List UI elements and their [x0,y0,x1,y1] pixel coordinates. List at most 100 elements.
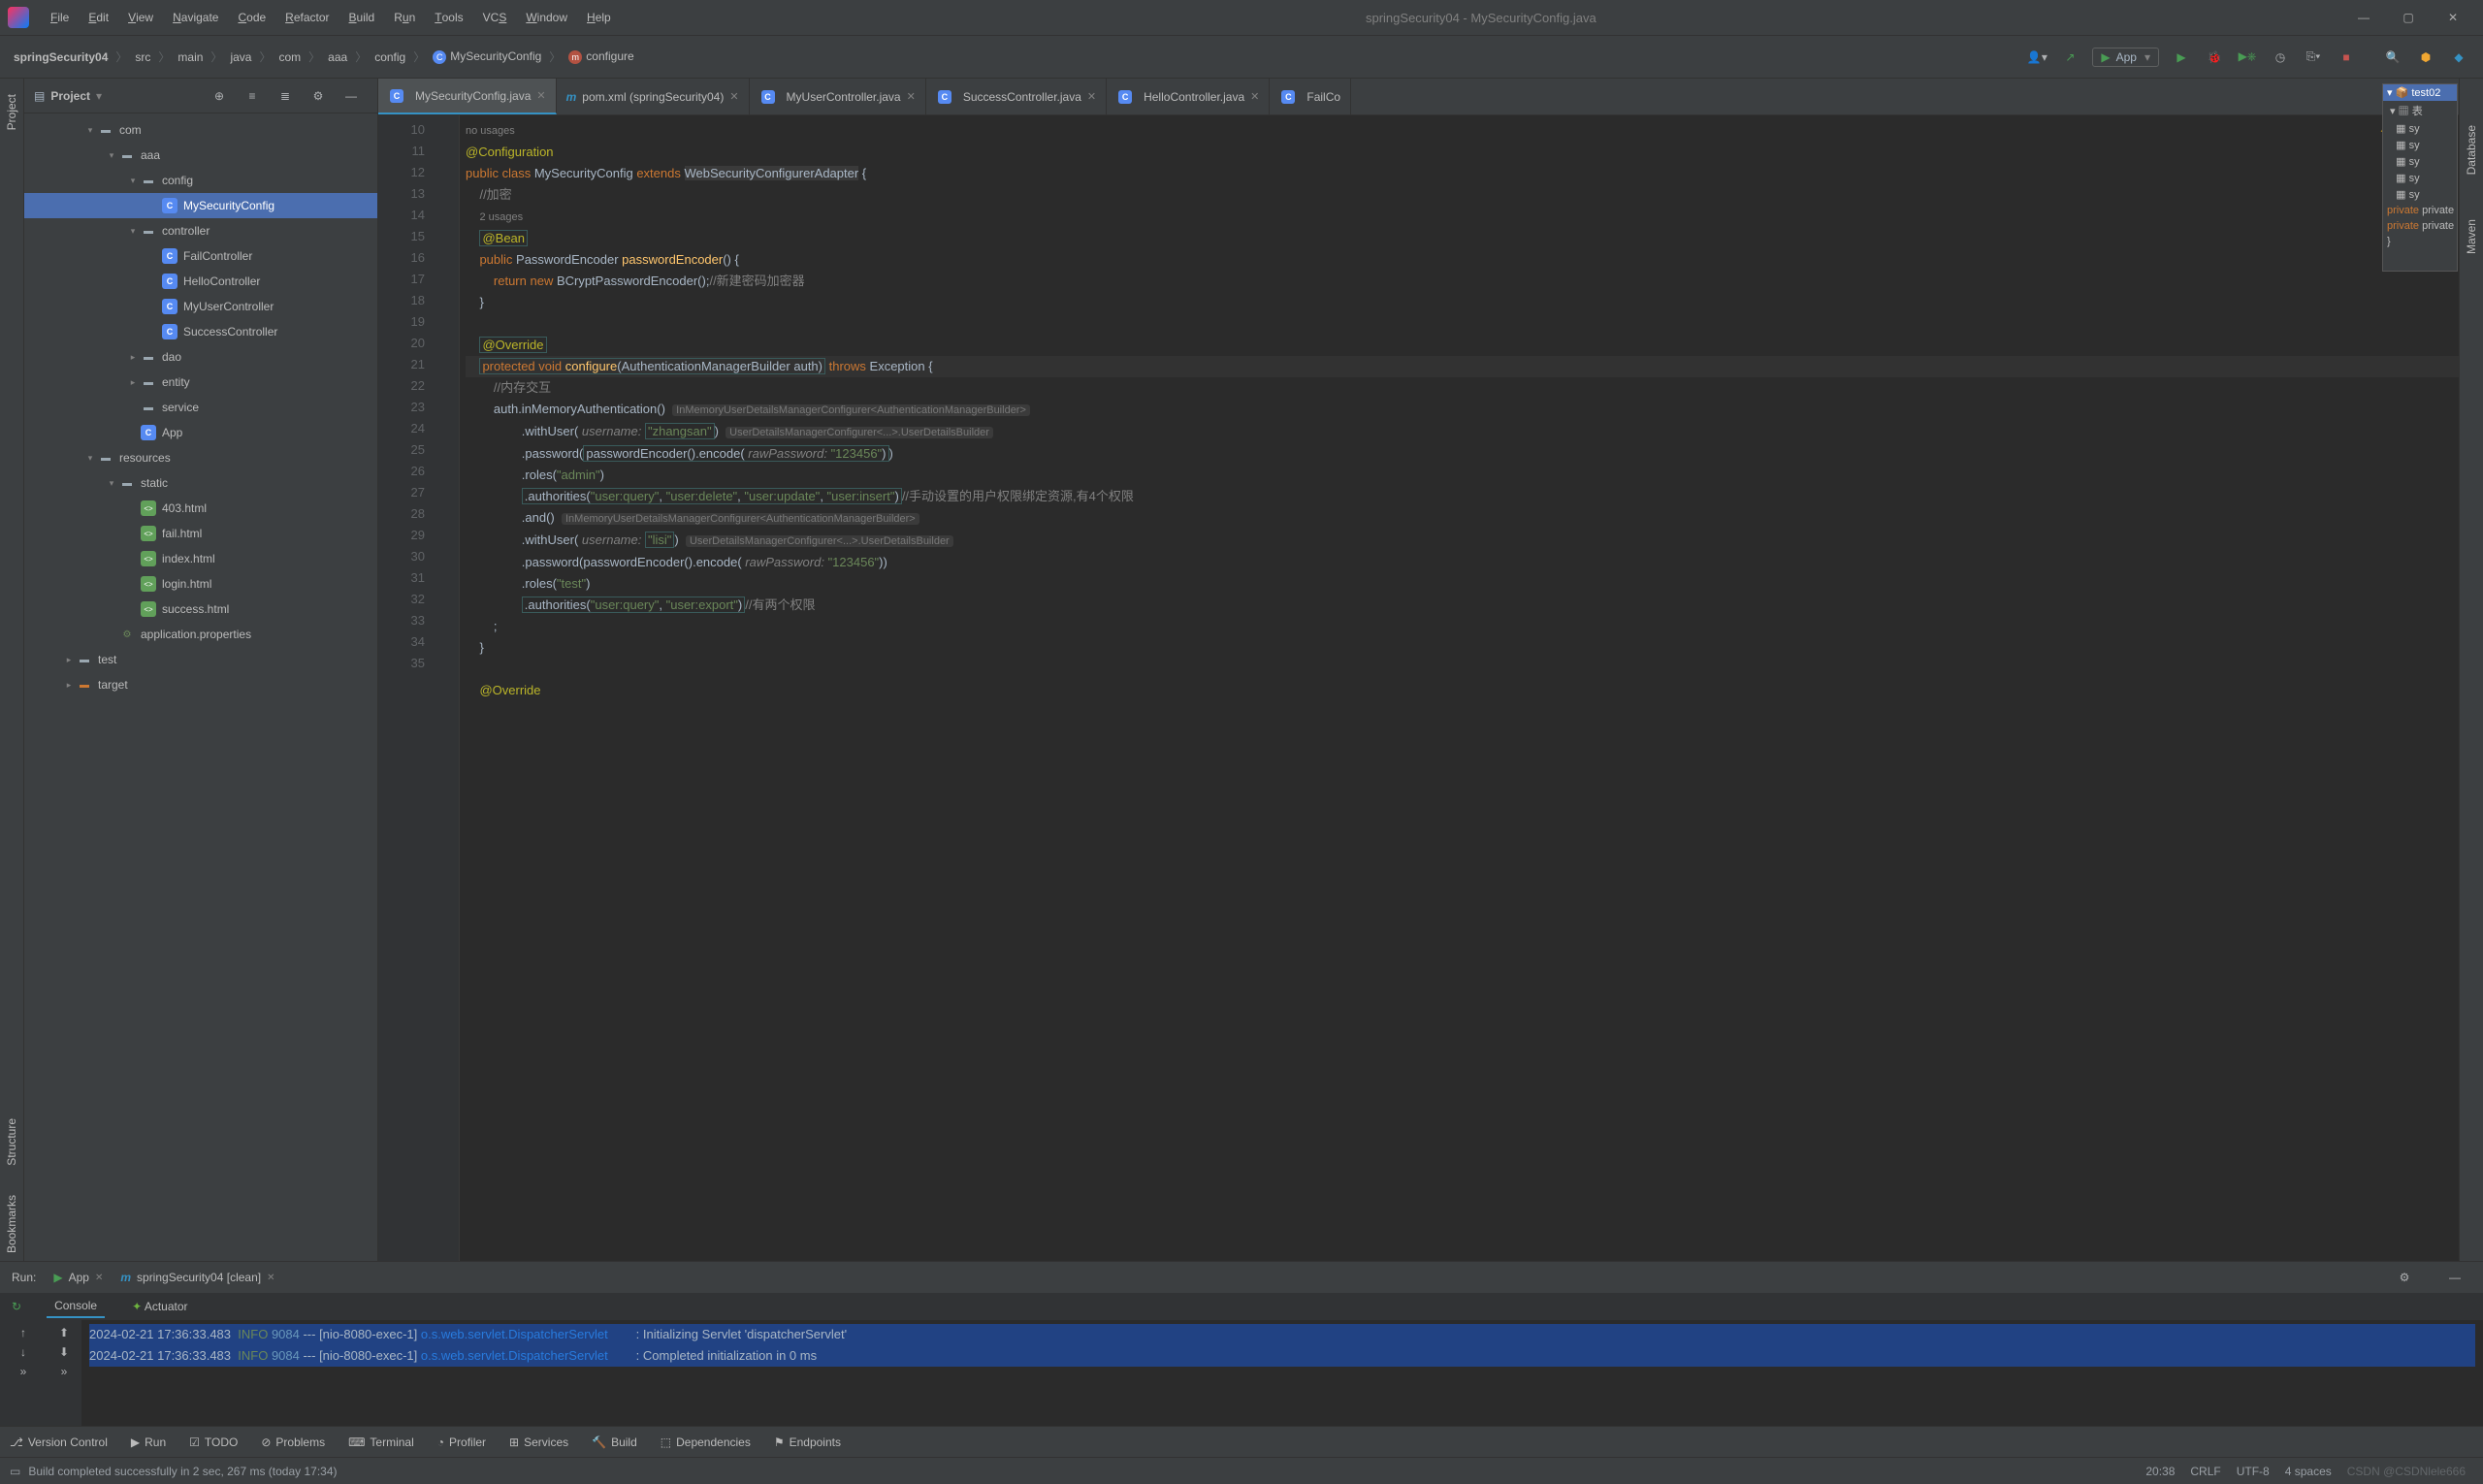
menu-build[interactable]: Build [339,0,385,35]
tree-node[interactable]: <>fail.html [24,521,377,546]
run-hide-icon[interactable]: — [2441,1264,2468,1291]
close-tab-icon[interactable]: ✕ [1087,90,1096,103]
tree-node[interactable]: <>login.html [24,571,377,597]
tree-node[interactable]: <>index.html [24,546,377,571]
menu-view[interactable]: View [118,0,163,35]
bottom-tool-problems[interactable]: ⊘Problems [261,1436,325,1449]
console-tab[interactable]: Console [47,1295,105,1318]
menu-code[interactable]: Code [228,0,275,35]
menu-navigate[interactable]: Navigate [163,0,228,35]
search-icon[interactable]: 🔍 [2379,44,2406,71]
breadcrumb-method[interactable]: mconfigure [563,49,639,64]
indent-config[interactable]: 4 spaces [2277,1465,2339,1478]
scroll-down-icon[interactable]: ↓ [20,1345,26,1359]
tool-tab-project[interactable]: Project [5,86,18,138]
editor-tab[interactable]: CHelloController.java✕ [1107,79,1270,114]
breadcrumb-aaa[interactable]: aaa [322,50,353,64]
run-tab-clean[interactable]: mspringSecurity04 [clean]✕ [120,1271,274,1284]
editor-tab[interactable]: mpom.xml (springSecurity04)✕ [557,79,750,114]
breadcrumb-src[interactable]: src [129,50,156,64]
tree-node[interactable]: ▾▬static [24,470,377,496]
hide-panel-icon[interactable]: — [338,82,365,110]
expand-all-icon[interactable]: ≡ [239,82,266,110]
tree-node[interactable]: ▾▬aaa [24,143,377,168]
tool-tab-database[interactable]: Database [2465,117,2478,182]
tree-node[interactable]: ▾▬resources [24,445,377,470]
bottom-tool-dependencies[interactable]: ⬚Dependencies [661,1436,751,1449]
menu-window[interactable]: Window [516,0,577,35]
bottom-tool-version-control[interactable]: ⎇Version Control [10,1436,108,1449]
tree-node[interactable]: CMySecurityConfig [24,193,377,218]
breadcrumb-class[interactable]: CMySecurityConfig [427,49,547,64]
scroll-up-icon[interactable]: ↑ [20,1326,26,1339]
stop-button[interactable]: ■ [2333,44,2360,71]
run-tab-app[interactable]: ▶App✕ [53,1271,103,1284]
menu-tools[interactable]: Tools [425,0,472,35]
tree-node[interactable]: ▸▬entity [24,370,377,395]
tree-node[interactable]: CFailController [24,243,377,269]
run-config-selector[interactable]: ▶App▾ [2092,48,2159,67]
user-icon[interactable]: 👤▾ [2023,44,2050,71]
profile-button[interactable]: ◷ [2267,44,2294,71]
tree-node[interactable]: CSuccessController [24,319,377,344]
breadcrumb-springSecurity04[interactable]: springSecurity04 [8,50,113,64]
attach-button[interactable]: ⎘▾ [2300,44,2327,71]
menu-refactor[interactable]: Refactor [275,0,339,35]
run-settings-icon[interactable]: ⚙ [2391,1264,2418,1291]
sync-icon[interactable]: ↗ [2056,44,2083,71]
tree-node[interactable]: CHelloController [24,269,377,294]
select-open-file-icon[interactable]: ⊕ [206,82,233,110]
console-output[interactable]: 2024-02-21 17:36:33.483 INFO 9084 --- [n… [81,1320,2483,1426]
actuator-tab[interactable]: ✦ Actuator [124,1296,195,1317]
tool-tab-bookmarks[interactable]: Bookmarks [5,1187,18,1261]
editor-tab[interactable]: CFailCo [1270,79,1351,114]
editor-tab[interactable]: CSuccessController.java✕ [926,79,1107,114]
breadcrumb-config[interactable]: config [369,50,411,64]
menu-file[interactable]: File [41,0,79,35]
bottom-tool-profiler[interactable]: ◔Profiler [437,1436,486,1449]
tree-node[interactable]: CApp [24,420,377,445]
bottom-tool-run[interactable]: ▶Run [131,1436,166,1449]
tree-node[interactable]: CMyUserController [24,294,377,319]
file-encoding[interactable]: UTF-8 [2229,1465,2277,1478]
tree-node[interactable]: <>403.html [24,496,377,521]
tree-node[interactable]: ▾▬com [24,117,377,143]
tree-node[interactable]: ▸▬test [24,647,377,672]
bottom-tool-endpoints[interactable]: ⚑Endpoints [774,1436,841,1449]
editor-tab[interactable]: CMyUserController.java✕ [750,79,926,114]
coverage-button[interactable]: ▶⎈ [2234,44,2261,71]
tool-tab-structure[interactable]: Structure [5,1111,18,1174]
tree-node[interactable]: <>success.html [24,597,377,622]
project-tree[interactable]: ▾▬com▾▬aaa▾▬configCMySecurityConfig▾▬con… [24,113,377,1261]
menu-run[interactable]: Run [384,0,425,35]
close-tab-icon[interactable]: ✕ [536,89,545,102]
close-tab-icon[interactable]: ✕ [907,90,916,103]
menu-vcs[interactable]: VCS [473,0,517,35]
down-arrow-icon[interactable]: ⬇ [59,1345,69,1359]
menu-help[interactable]: Help [577,0,621,35]
maximize-button[interactable]: ▢ [2386,0,2431,35]
collapse-all-icon[interactable]: ≣ [272,82,299,110]
debug-button[interactable]: 🐞 [2201,44,2228,71]
settings-gear-icon[interactable]: ⚙ [305,82,332,110]
breadcrumb-com[interactable]: com [273,50,306,64]
close-tab-icon[interactable]: ✕ [1250,90,1259,103]
settings-icon[interactable]: ⬢ [2412,44,2439,71]
up-arrow-icon[interactable]: ⬆ [59,1326,69,1339]
line-separator[interactable]: CRLF [2182,1465,2228,1478]
more2-icon[interactable]: » [61,1365,68,1378]
breadcrumb-java[interactable]: java [224,50,257,64]
tool-tab-maven[interactable]: Maven [2465,211,2478,262]
tree-node[interactable]: ▸▬target [24,672,377,697]
caret-position[interactable]: 20:38 [2138,1465,2182,1478]
close-button[interactable]: ✕ [2431,0,2475,35]
rerun-icon[interactable]: ↻ [12,1300,21,1313]
project-view-title[interactable]: Project [50,89,90,103]
tree-node[interactable]: ▸▬dao [24,344,377,370]
breadcrumb-main[interactable]: main [172,50,209,64]
run-button[interactable]: ▶ [2168,44,2195,71]
bottom-tool-services[interactable]: ⊞Services [509,1436,568,1449]
marketplace-icon[interactable]: ◆ [2445,44,2472,71]
tree-node[interactable]: ▬service [24,395,377,420]
minimize-button[interactable]: — [2341,0,2386,35]
